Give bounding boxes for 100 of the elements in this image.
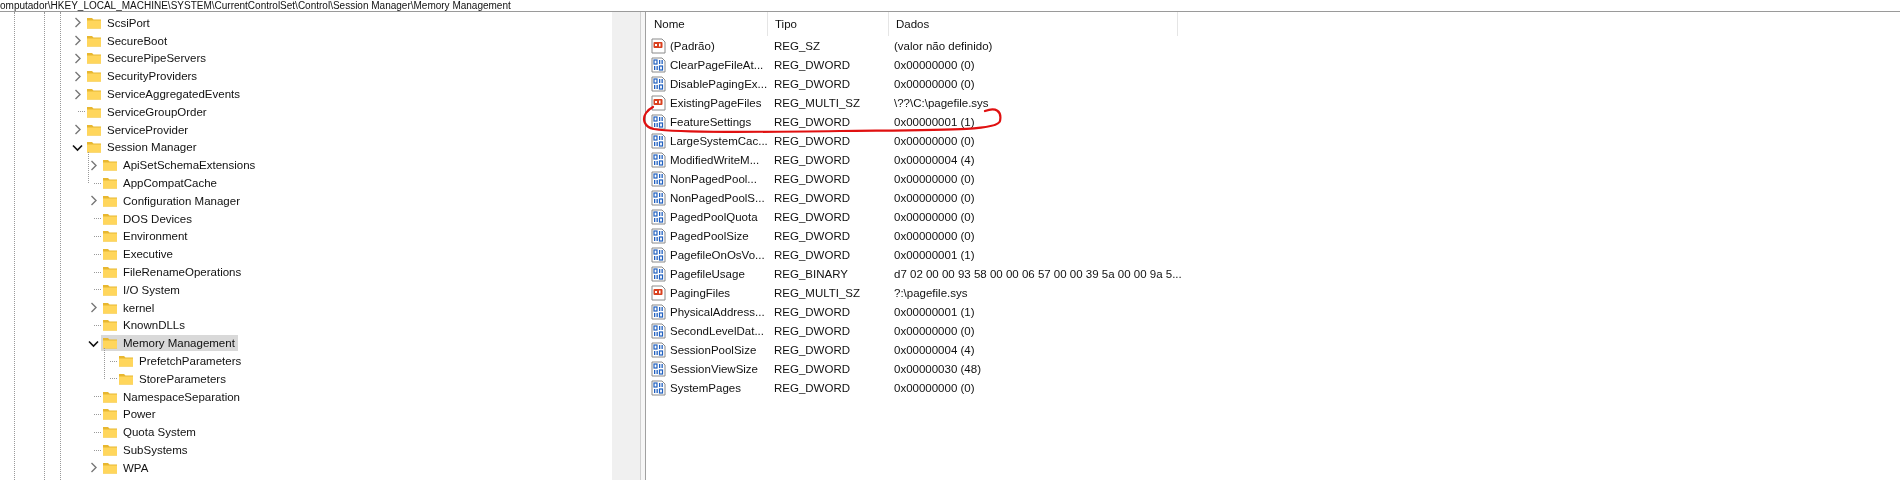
folder-icon: [102, 157, 118, 174]
tree-item[interactable]: SecureBoot: [85, 32, 171, 49]
tree-item[interactable]: NamespaceSeparation: [101, 388, 243, 405]
tree-item[interactable]: AppCompatCache: [101, 175, 220, 192]
value-name[interactable]: PagefileOnOsVo...: [670, 248, 765, 261]
value-data: 0x00000030 (48): [893, 362, 982, 375]
tree-item[interactable]: SecurityProviders: [85, 68, 201, 85]
binary-value-icon: [651, 56, 667, 73]
binary-value-icon: [651, 113, 667, 130]
value-data: 0x00000004 (4): [893, 153, 976, 166]
value-type: REG_DWORD: [773, 305, 852, 318]
folder-icon: [86, 68, 102, 85]
address-bar[interactable]: omputador\HKEY_LOCAL_MACHINE\SYSTEM\CurrentControlSet\Control\Session Manager\Memory Management: [0, 0, 1900, 12]
folder-icon: [102, 228, 118, 245]
tree-item[interactable]: KnownDLLs: [101, 317, 188, 334]
binary-value-icon: [651, 246, 667, 263]
tree-item[interactable]: ServiceProvider: [85, 121, 192, 138]
value-data: (valor não definido): [893, 39, 994, 52]
value-type: REG_SZ: [773, 39, 821, 52]
value-name[interactable]: PagingFiles: [670, 286, 731, 299]
value-name[interactable]: PagefileUsage: [670, 267, 745, 280]
value-name[interactable]: PagedPoolQuota: [670, 210, 758, 223]
tree-item[interactable]: SecurePipeServers: [85, 50, 210, 67]
tree-item[interactable]: Executive: [101, 246, 176, 263]
tree-item[interactable]: I/O System: [101, 281, 183, 298]
value-name[interactable]: SecondLevelDat...: [670, 324, 764, 337]
tree-item[interactable]: PrefetchParameters: [117, 353, 245, 370]
tree-item[interactable]: SubSystems: [101, 442, 191, 458]
value-type: REG_DWORD: [773, 58, 852, 71]
binary-value-icon: [651, 208, 667, 225]
tree-item[interactable]: Power: [101, 406, 159, 423]
value-name[interactable]: NonPagedPoolS...: [670, 191, 765, 204]
tree-item[interactable]: DOS Devices: [101, 210, 196, 227]
value-name[interactable]: SystemPages: [670, 381, 741, 394]
value-data: ?:\pagefile.sys: [893, 286, 969, 299]
tree-item[interactable]: StoreParameters: [117, 370, 229, 387]
tree-item[interactable]: WPA: [101, 459, 152, 476]
binary-value-icon: [651, 227, 667, 244]
value-name[interactable]: ModifiedWriteM...: [670, 153, 760, 166]
tree-item[interactable]: ApiSetSchemaExtensions: [101, 157, 259, 174]
value-data: 0x00000004 (4): [893, 343, 976, 356]
value-name[interactable]: ExistingPageFiles: [670, 96, 762, 109]
value-name[interactable]: PhysicalAddress...: [670, 305, 765, 318]
folder-icon: [118, 353, 134, 370]
binary-value-icon: [651, 151, 667, 168]
value-data: 0x00000001 (1): [893, 115, 976, 128]
folder-icon: [102, 424, 118, 441]
text-value-icon: [651, 37, 667, 54]
tree-item[interactable]: Session Manager: [85, 139, 200, 156]
value-name[interactable]: SessionPoolSize: [670, 343, 757, 356]
tree-item[interactable]: ServiceGroupOrder: [85, 103, 210, 120]
value-name[interactable]: DisablePagingEx...: [670, 77, 768, 90]
value-type: REG_DWORD: [773, 229, 852, 242]
binary-value-icon: [651, 170, 667, 187]
tree-item[interactable]: Configuration Manager: [101, 192, 243, 209]
value-type: REG_DWORD: [773, 134, 852, 147]
tree-item[interactable]: Environment: [101, 228, 191, 245]
text-value-icon: [651, 94, 667, 111]
value-data: 0x00000000 (0): [893, 324, 976, 337]
value-data: \??\C:\pagefile.sys: [893, 96, 990, 109]
value-name[interactable]: NonPagedPool...: [670, 172, 757, 185]
folder-icon: [102, 335, 118, 352]
value-name[interactable]: (Padrão): [670, 39, 715, 52]
value-name[interactable]: PagedPoolSize: [670, 229, 749, 242]
value-name[interactable]: SessionViewSize: [670, 362, 758, 375]
value-type: REG_DWORD: [773, 153, 852, 166]
binary-value-icon: [651, 189, 667, 206]
column-header[interactable]: Dados: [889, 12, 1178, 36]
value-name[interactable]: ClearPageFileAt...: [670, 58, 764, 71]
value-name[interactable]: LargeSystemCac...: [670, 134, 768, 147]
tree-item[interactable]: Memory Management: [101, 335, 238, 352]
folder-icon: [86, 139, 102, 156]
value-type: REG_DWORD: [773, 248, 852, 261]
value-type: REG_MULTI_SZ: [773, 286, 862, 299]
value-type: REG_DWORD: [773, 324, 852, 337]
tree-item[interactable]: FileRenameOperations: [101, 264, 245, 281]
value-data: 0x00000000 (0): [893, 172, 976, 185]
tree-item[interactable]: ServiceAggregatedEvents: [85, 86, 243, 103]
column-header[interactable]: Nome: [647, 12, 768, 36]
binary-value-icon: [651, 265, 667, 282]
value-type: REG_DWORD: [773, 381, 852, 394]
folder-icon: [102, 406, 118, 423]
value-type: REG_DWORD: [773, 343, 852, 356]
tree-item[interactable]: kernel: [101, 299, 158, 316]
value-type: REG_DWORD: [773, 362, 852, 375]
value-type: REG_DWORD: [773, 77, 852, 90]
binary-value-icon: [651, 75, 667, 92]
scrollbar-track[interactable]: [612, 12, 640, 480]
column-header[interactable]: Tipo: [768, 12, 889, 36]
folder-icon: [86, 50, 102, 67]
tree-item[interactable]: ScsiPort: [85, 14, 153, 31]
value-type: REG_BINARY: [773, 267, 849, 280]
text-value-icon: [651, 284, 667, 301]
binary-value-icon: [651, 322, 667, 339]
tree-item[interactable]: Quota System: [101, 424, 199, 441]
folder-icon: [102, 442, 118, 458]
value-data: 0x00000000 (0): [893, 381, 976, 394]
folder-icon: [102, 175, 118, 192]
folder-icon: [102, 264, 118, 281]
value-name[interactable]: FeatureSettings: [670, 115, 752, 128]
